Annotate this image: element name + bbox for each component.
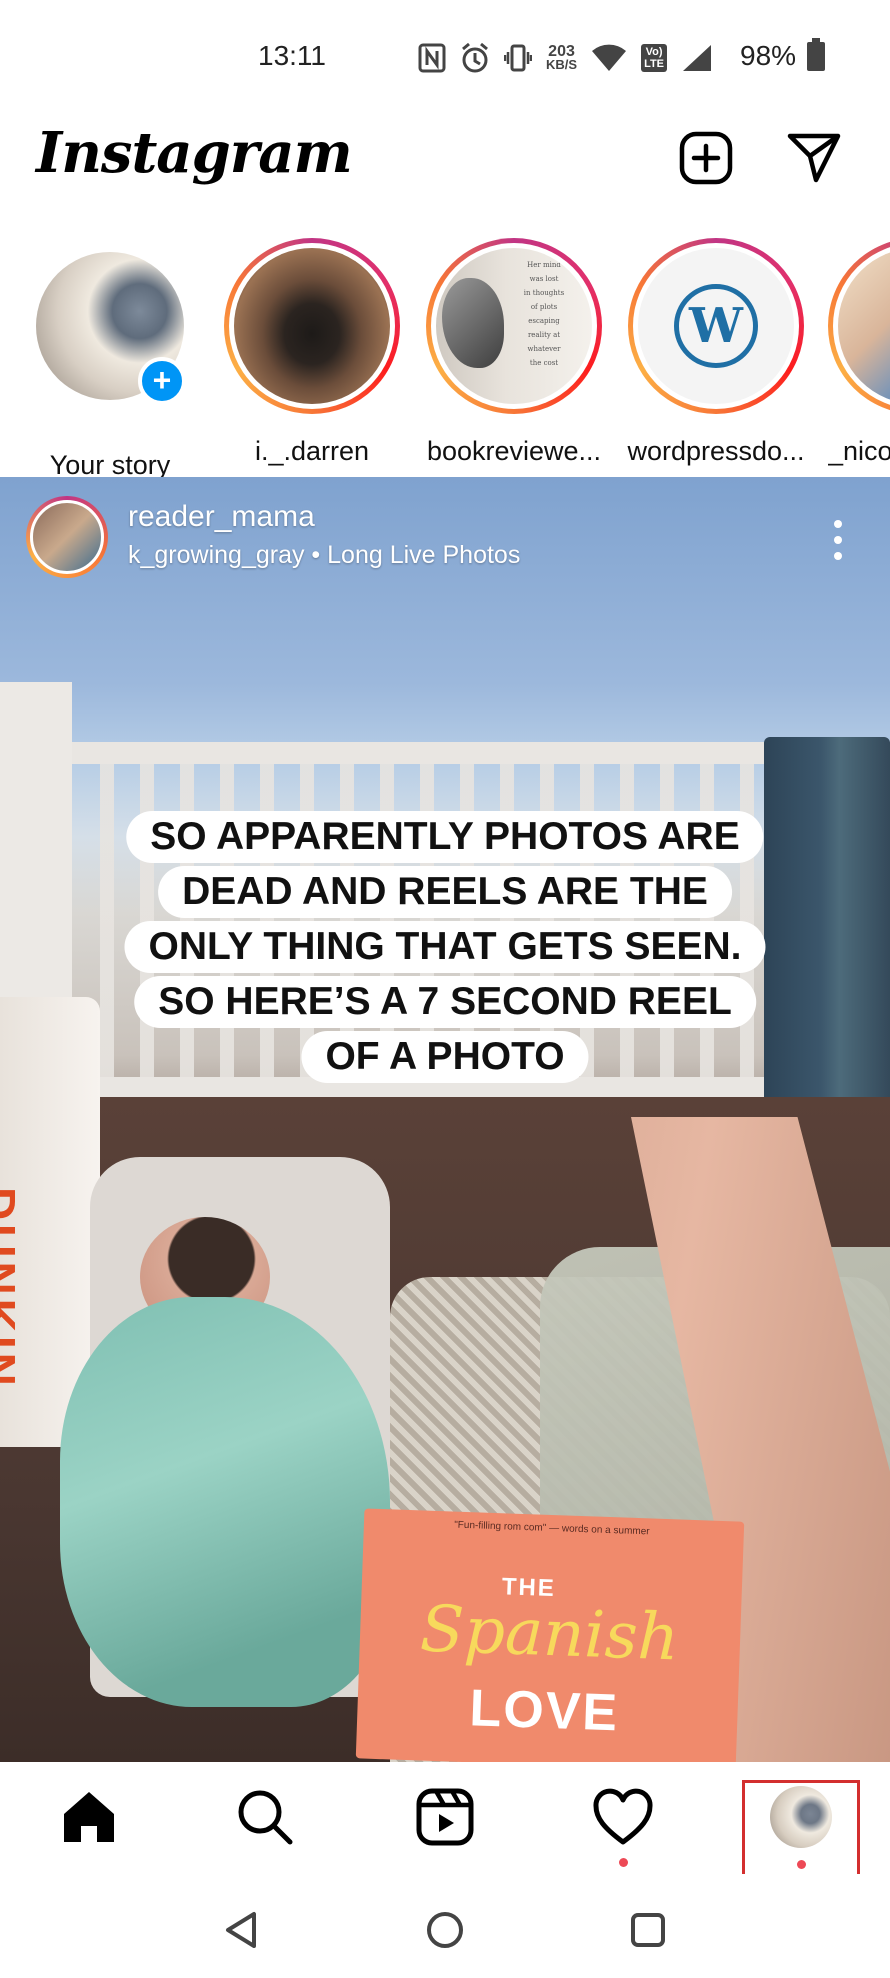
book-story-text: Her mind was lost in thoughts of plots e…	[504, 258, 584, 370]
story-avatar-book: Her mind was lost in thoughts of plots e…	[436, 248, 592, 404]
story-nico[interactable]: _nico	[828, 238, 890, 467]
system-navigation-bar	[0, 1874, 890, 1978]
story-ring: W	[628, 238, 804, 414]
book-cover: "Fun-filling rom com" — words on a summe…	[355, 1508, 745, 1762]
caption-line: OF A PHOTO	[301, 1031, 589, 1083]
story-label: wordpressdo...	[627, 436, 805, 466]
book-text-line: was lost	[529, 275, 559, 283]
book-text-line: of plots	[530, 303, 558, 311]
activity-notification-dot	[619, 1858, 628, 1867]
book-text-line: escaping	[528, 317, 560, 325]
story-ring: Her mind was lost in thoughts of plots e…	[426, 238, 602, 414]
instagram-logo[interactable]: Instagram	[36, 120, 353, 186]
vibrate-icon	[504, 44, 532, 72]
caption-line: SO APPARENTLY PHOTOS ARE	[126, 811, 764, 863]
activity-heart-icon[interactable]	[590, 1784, 656, 1850]
battery-icon	[807, 38, 825, 71]
story-i-darren[interactable]: i._.darren	[222, 238, 402, 467]
story-ring	[828, 238, 890, 414]
caption-line: DEAD AND REELS ARE THE	[158, 866, 732, 918]
volte-icon: Vo) LTE	[641, 44, 668, 72]
caption-line: ONLY THING THAT GETS SEEN.	[124, 921, 766, 973]
more-options-icon[interactable]	[826, 518, 850, 562]
wordpress-letter: W	[689, 298, 743, 354]
book-blurb: "Fun-filling rom com" — words on a summe…	[454, 1519, 650, 1538]
alarm-icon	[462, 42, 488, 73]
book-text-line: Her mind	[527, 261, 561, 269]
post-subtitle[interactable]: k_growing_gray • Long Live Photos	[128, 541, 520, 570]
status-time: 13:11	[258, 40, 326, 71]
recents-icon[interactable]	[628, 1910, 668, 1950]
add-post-icon[interactable]	[678, 130, 734, 186]
book-title-spanish: Spanish	[418, 1592, 681, 1676]
network-speed-unit: KB/S	[546, 57, 578, 72]
battery-percent: 98%	[740, 40, 797, 71]
volte-top: Vo)	[645, 46, 663, 58]
railing-top	[30, 742, 790, 764]
cup-brand-text: DUNKIN	[0, 1187, 25, 1390]
home-icon[interactable]	[56, 1784, 122, 1850]
story-avatar-wordpress: W	[638, 248, 794, 404]
profile-highlight-box	[742, 1780, 860, 1880]
caption-line: SO HERE’S A 7 SECOND REEL	[134, 976, 756, 1028]
story-label: i._.darren	[254, 436, 370, 466]
story-bookreviewer[interactable]: Her mind was lost in thoughts of plots e…	[424, 238, 604, 467]
post-media[interactable]: DUNKIN "Fun-filling rom com" — words on …	[0, 477, 890, 1762]
network-speed-icon: 203 KB/S	[546, 44, 578, 72]
direct-message-icon[interactable]	[786, 130, 842, 186]
book-text-line: in thoughts	[523, 289, 565, 297]
nfc-icon	[418, 43, 446, 73]
story-ring	[224, 238, 400, 414]
story-avatar-darren	[234, 248, 390, 404]
search-icon[interactable]	[232, 1784, 298, 1850]
book-text-line: whatever	[527, 345, 561, 353]
story-wordpress[interactable]: W wordpressdo...	[626, 238, 806, 467]
book-title-love: LOVE	[468, 1679, 621, 1743]
home-circle-icon[interactable]	[425, 1910, 465, 1950]
back-icon[interactable]	[222, 1910, 262, 1950]
volte-bottom: LTE	[644, 58, 665, 70]
book-face-shape	[442, 278, 504, 368]
signal-icon	[683, 45, 712, 71]
status-icons: 203 KB/S Vo) LTE	[418, 38, 713, 78]
story-avatar-nico	[838, 248, 890, 404]
book-text-line: reality at	[527, 331, 561, 339]
book-text-line: the cost	[529, 359, 559, 367]
post-username[interactable]: reader_mama	[128, 500, 315, 534]
avatar-image	[30, 500, 104, 574]
baby-blanket	[60, 1297, 390, 1707]
story-label: bookreviewe...	[426, 436, 602, 466]
post-author-avatar[interactable]	[26, 496, 108, 578]
wordpress-logo-icon: W	[674, 284, 758, 368]
reels-icon[interactable]	[412, 1784, 478, 1850]
story-label: _nico	[828, 436, 890, 466]
towel	[764, 737, 890, 1137]
wifi-icon	[592, 44, 627, 71]
add-story-plus-icon[interactable]: +	[138, 357, 186, 405]
